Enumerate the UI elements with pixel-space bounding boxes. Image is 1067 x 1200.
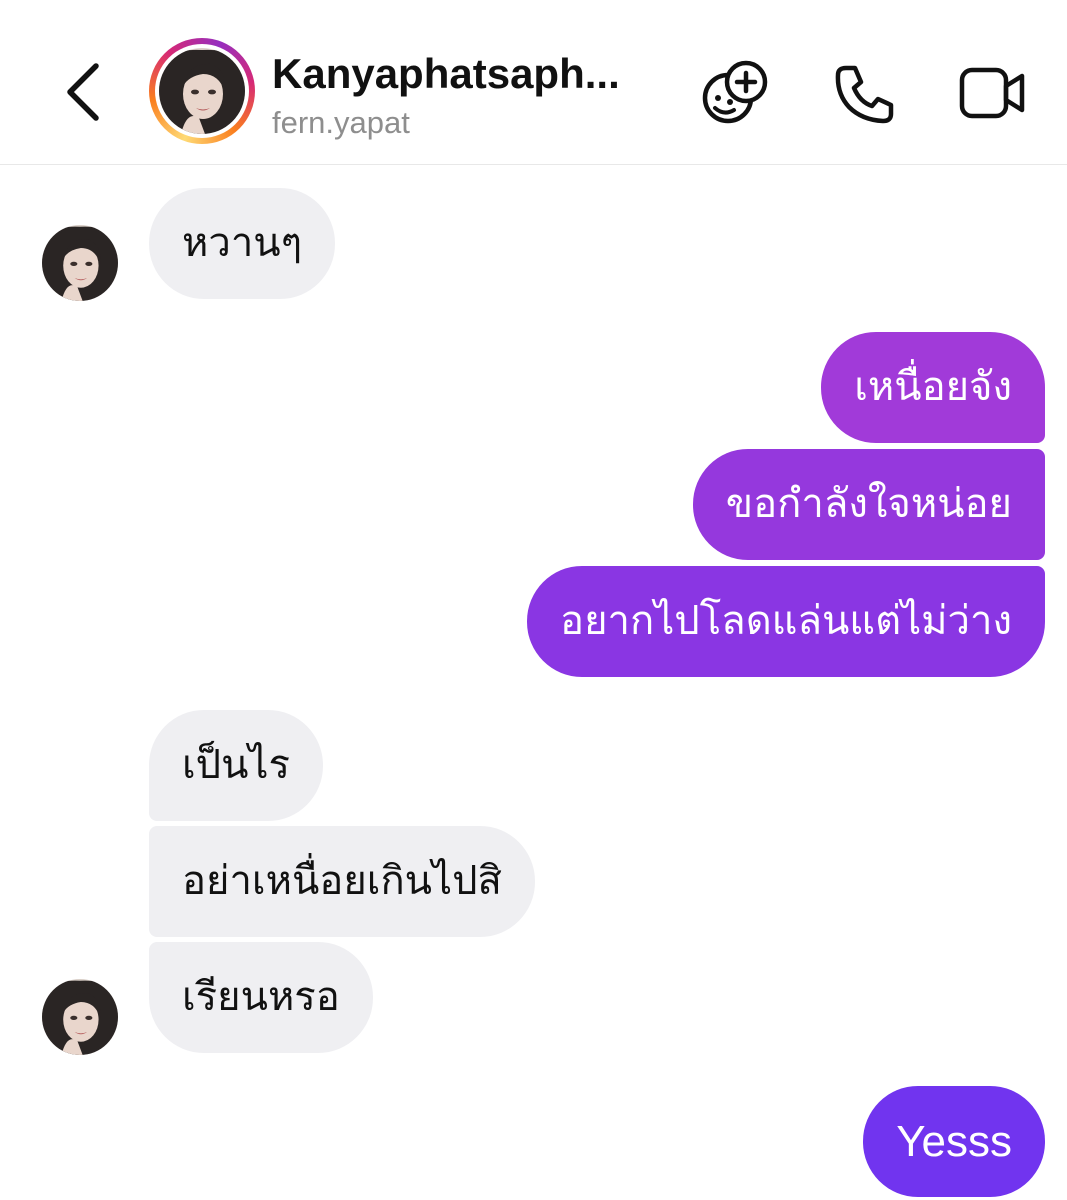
- back-button[interactable]: [58, 60, 108, 124]
- phone-icon: [835, 65, 894, 124]
- outgoing-message[interactable]: Yesss: [863, 1086, 1045, 1197]
- sticker-plus-icon: [702, 60, 768, 124]
- sender-avatar[interactable]: [42, 979, 118, 1055]
- outgoing-message[interactable]: ขอกำลังใจหน่อย: [692, 449, 1045, 560]
- video-call-button[interactable]: [958, 64, 1028, 126]
- contact-username: fern.yapat: [272, 105, 410, 140]
- contact-display-name[interactable]: Kanyaphatsaph...: [272, 48, 620, 100]
- incoming-message[interactable]: เรียนหรอ: [149, 942, 373, 1053]
- effects-button[interactable]: [700, 58, 772, 130]
- sender-avatar[interactable]: [42, 225, 118, 301]
- outgoing-message[interactable]: อยากไปโลดแล่นแต่ไม่ว่าง: [527, 566, 1045, 677]
- avatar: [159, 48, 245, 134]
- incoming-message[interactable]: เป็นไร: [149, 710, 324, 821]
- chat-header: Kanyaphatsaph... fern.yapat: [0, 0, 1067, 165]
- outgoing-message[interactable]: เหนื่อยจัง: [821, 332, 1045, 443]
- incoming-message[interactable]: หวานๆ: [149, 188, 336, 299]
- chevron-left-icon: [67, 63, 99, 121]
- incoming-message[interactable]: อย่าเหนื่อยเกินไปสิ: [149, 826, 535, 937]
- video-camera-icon: [959, 67, 1025, 119]
- voice-call-button[interactable]: [832, 62, 896, 130]
- profile-avatar-story-ring[interactable]: [149, 38, 255, 144]
